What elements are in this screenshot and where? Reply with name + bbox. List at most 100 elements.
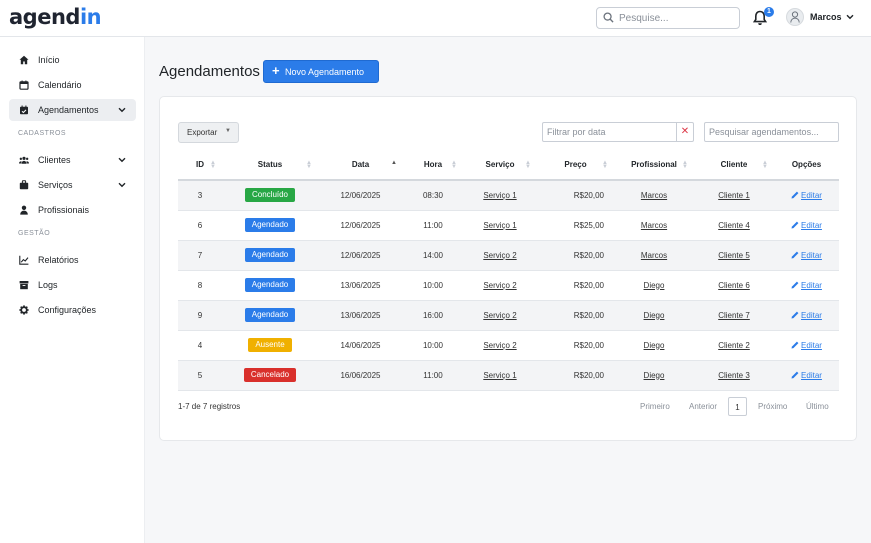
pagination-next[interactable]: Próximo xyxy=(758,397,787,416)
sidebar-item-calendario[interactable]: Calendário xyxy=(9,74,136,96)
column-header[interactable]: Hora ▲ ▼ xyxy=(403,150,463,181)
sidebar-item-logs[interactable]: Logs xyxy=(9,274,136,296)
new-appointment-button[interactable]: + Novo Agendamento xyxy=(263,60,379,83)
date-filter-input[interactable] xyxy=(547,125,672,139)
column-header[interactable]: Status ▲ ▼ xyxy=(222,150,318,181)
service-link[interactable]: Serviço 2 xyxy=(483,311,516,320)
service-link[interactable]: Serviço 2 xyxy=(483,251,516,260)
cell-price: R$20,00 xyxy=(537,180,614,211)
cell-status: Concluído xyxy=(222,180,318,211)
table-row: 3 Concluído 12/06/2025 08:30 Serviço 1 R$20,0… xyxy=(178,180,839,211)
pagination-previous[interactable]: Anterior xyxy=(689,397,717,416)
chevron-down-icon[interactable] xyxy=(118,182,126,188)
edit-link[interactable]: Editar xyxy=(791,191,822,200)
edit-link[interactable]: Editar xyxy=(791,371,822,380)
sidebar-item-inicio[interactable]: Início xyxy=(9,49,136,71)
chevron-down-icon[interactable] xyxy=(118,107,126,113)
edit-link[interactable]: Editar xyxy=(791,341,822,350)
caret-down-icon: ▼ xyxy=(225,128,231,134)
cell-price: R$20,00 xyxy=(537,300,614,331)
sort-icon: ▲ ▼ xyxy=(210,160,216,170)
client-link[interactable]: Cliente 6 xyxy=(718,281,750,290)
cell-date: 12/06/2025 xyxy=(318,240,403,271)
cell-date: 13/06/2025 xyxy=(318,270,403,301)
cell-status: Agendado xyxy=(222,300,318,331)
client-link[interactable]: Cliente 3 xyxy=(718,371,750,380)
client-link[interactable]: Cliente 1 xyxy=(718,191,750,200)
edit-link[interactable]: Editar xyxy=(791,281,822,290)
sidebar-item-clientes[interactable]: Clientes xyxy=(9,149,136,171)
cell-options: Editar xyxy=(774,360,839,391)
cell-professional: Marcos xyxy=(614,180,694,211)
chart-line-icon xyxy=(19,255,29,265)
client-link[interactable]: Cliente 4 xyxy=(718,221,750,230)
service-link[interactable]: Serviço 2 xyxy=(483,341,516,350)
professional-link[interactable]: Marcos xyxy=(641,221,667,230)
cell-client: Cliente 4 xyxy=(694,210,774,241)
cell-time: 08:30 xyxy=(403,180,463,211)
cell-client: Cliente 2 xyxy=(694,330,774,361)
pagination-first[interactable]: Primeiro xyxy=(640,397,670,416)
sidebar-item-label: Profissionais xyxy=(38,205,90,215)
column-header[interactable]: Preço ▲ ▼ xyxy=(537,150,614,181)
professional-link[interactable]: Diego xyxy=(644,281,665,290)
sidebar-item-configuracoes[interactable]: Configurações xyxy=(9,299,136,321)
page-title: Agendamentos xyxy=(159,63,260,80)
professional-link[interactable]: Diego xyxy=(644,341,665,350)
cell-service: Serviço 2 xyxy=(463,270,537,301)
sort-icon: ▲ ▼ xyxy=(602,160,608,170)
service-link[interactable]: Serviço 1 xyxy=(483,221,516,230)
column-header[interactable]: Data ▲ xyxy=(318,150,403,181)
client-link[interactable]: Cliente 5 xyxy=(718,251,750,260)
global-search-input[interactable] xyxy=(619,10,734,26)
table-search[interactable] xyxy=(704,122,839,142)
status-badge: Ausente xyxy=(248,338,292,352)
table-row: 7 Agendado 12/06/2025 14:00 Serviço 2 R$20,00… xyxy=(178,240,839,271)
top-bar: agendin 1 Marcos xyxy=(0,0,871,37)
sort-icon: ▲ ▼ xyxy=(451,160,457,170)
sidebar-item-relatorios[interactable]: Relatórios xyxy=(9,249,136,271)
professional-link[interactable]: Diego xyxy=(644,311,665,320)
service-link[interactable]: Serviço 1 xyxy=(483,191,516,200)
column-header[interactable]: Cliente ▲ ▼ xyxy=(694,150,774,181)
column-header[interactable]: Profissional ▲ ▼ xyxy=(614,150,694,181)
column-header[interactable]: ID ▲ ▼ xyxy=(178,150,222,181)
sidebar-item-profissionais[interactable]: Profissionais xyxy=(9,199,136,221)
sidebar-item-label: Início xyxy=(38,55,60,65)
service-link[interactable]: Serviço 2 xyxy=(483,281,516,290)
cell-options: Editar xyxy=(774,270,839,301)
app-logo[interactable]: agendin xyxy=(9,5,102,29)
export-button[interactable]: Exportar ▼ xyxy=(178,122,239,143)
date-filter[interactable]: ✕ xyxy=(542,122,694,142)
client-link[interactable]: Cliente 7 xyxy=(718,311,750,320)
edit-link[interactable]: Editar xyxy=(791,311,822,320)
professional-link[interactable]: Diego xyxy=(644,371,665,380)
cell-id: 8 xyxy=(178,270,222,301)
calendar-check-icon xyxy=(20,105,28,115)
professional-link[interactable]: Marcos xyxy=(641,251,667,260)
service-link[interactable]: Serviço 1 xyxy=(483,371,516,380)
table-search-input[interactable] xyxy=(709,125,834,139)
client-link[interactable]: Cliente 2 xyxy=(718,341,750,350)
pagination-current-page[interactable]: 1 xyxy=(728,397,747,416)
cell-status: Cancelado xyxy=(222,360,318,391)
sidebar-item-label: Clientes xyxy=(38,155,71,165)
status-badge: Agendado xyxy=(244,218,296,232)
cell-price: R$20,00 xyxy=(537,240,614,271)
sidebar-item-servicos[interactable]: Serviços xyxy=(9,174,136,196)
cell-options: Editar xyxy=(774,330,839,361)
edit-link[interactable]: Editar xyxy=(791,251,822,260)
global-search[interactable] xyxy=(596,7,740,29)
professional-link[interactable]: Marcos xyxy=(641,191,667,200)
cell-status: Agendado xyxy=(222,270,318,301)
clear-date-button[interactable]: ✕ xyxy=(676,123,693,141)
pagination-last[interactable]: Último xyxy=(806,397,829,416)
sort-icon: ▲ xyxy=(391,160,397,166)
avatar xyxy=(786,8,804,26)
chevron-down-icon[interactable] xyxy=(118,157,126,163)
pencil-icon xyxy=(791,191,799,199)
pencil-icon xyxy=(791,221,799,228)
column-header[interactable]: Serviço ▲ ▼ xyxy=(463,150,537,181)
sidebar-item-agendamentos[interactable]: Agendamentos xyxy=(9,99,136,121)
edit-link[interactable]: Editar xyxy=(791,221,822,230)
